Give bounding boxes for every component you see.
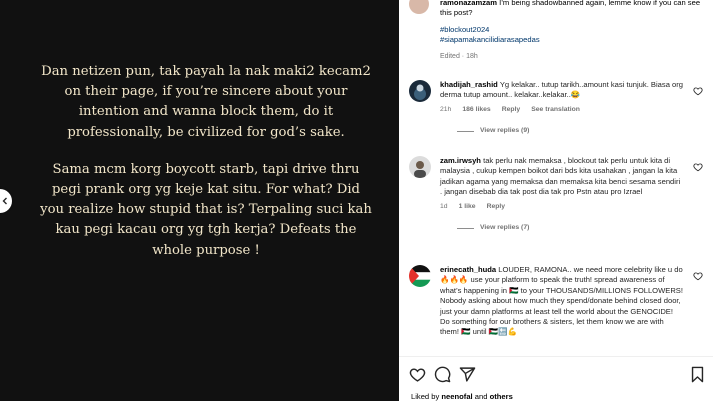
chevron-left-icon [2, 197, 7, 205]
see-translation-button[interactable]: See translation [531, 105, 580, 115]
comment-text: LOUDER, RAMONA.. we need more celebrity … [440, 265, 683, 337]
comment-username[interactable]: khadijah_rashid [440, 80, 498, 89]
likes-connector: and [474, 392, 488, 401]
likes-summary: Liked by neenofal and others [411, 392, 513, 401]
heart-icon[interactable] [693, 86, 703, 96]
section-divider [399, 356, 713, 357]
heart-icon[interactable] [409, 366, 426, 383]
reply-button[interactable]: Reply [502, 105, 521, 115]
avatar[interactable] [409, 80, 431, 102]
comment-likes[interactable]: 186 likes [462, 105, 490, 115]
view-replies-label: View replies (9) [480, 127, 530, 135]
previous-image-button[interactable] [0, 189, 12, 213]
comments-list[interactable]: ramonazamzam I’m being shadowbanned agai… [399, 0, 713, 356]
story-text: Dan netizen pun, tak payah la nak maki2 … [40, 62, 372, 261]
story-paragraph-2: Sama mcm korg boycott starb, tapi drive … [40, 161, 372, 258]
comment-icon[interactable] [434, 366, 451, 383]
heart-icon[interactable] [693, 271, 703, 281]
heart-icon[interactable] [693, 162, 703, 172]
post-sidebar: ramonazamzam I’m being shadowbanned agai… [399, 0, 713, 401]
caption-edited-time: Edited · 18h [440, 52, 478, 60]
comment-username[interactable]: erinecath_huda [440, 265, 496, 274]
liked-by-user[interactable]: neenofal [441, 392, 472, 401]
story-paragraph-1: Dan netizen pun, tak payah la nak maki2 … [41, 64, 371, 140]
caption-username[interactable]: ramonazamzam [440, 0, 497, 7]
avatar[interactable] [409, 0, 429, 14]
replies-divider [457, 130, 474, 132]
bookmark-icon[interactable] [690, 366, 705, 383]
reply-button[interactable]: Reply [487, 202, 506, 212]
likes-prefix: Liked by [411, 392, 440, 401]
avatar[interactable] [409, 156, 431, 178]
share-icon[interactable] [459, 366, 476, 383]
comment-likes[interactable]: 1 like [459, 202, 476, 212]
post-actions [399, 362, 713, 388]
liked-by-others[interactable]: others [490, 392, 513, 401]
avatar[interactable] [409, 265, 431, 287]
hashtag-link[interactable]: #siapamakancilidiarasapedas [440, 35, 705, 45]
hashtag-link[interactable]: #blockout2024 [440, 25, 705, 35]
view-replies-button[interactable]: View replies (7) [457, 223, 684, 233]
story-image: Dan netizen pun, tak payah la nak maki2 … [0, 0, 399, 401]
comment-username[interactable]: zam.irwsyh [440, 156, 481, 165]
comment-time[interactable]: 1d [440, 202, 448, 212]
replies-divider [457, 227, 474, 229]
post-caption: ramonazamzam I’m being shadowbanned agai… [440, 0, 705, 62]
view-replies-label: View replies (7) [480, 224, 530, 232]
view-replies-button[interactable]: View replies (9) [457, 126, 684, 136]
comment-time[interactable]: 21h [440, 105, 451, 115]
